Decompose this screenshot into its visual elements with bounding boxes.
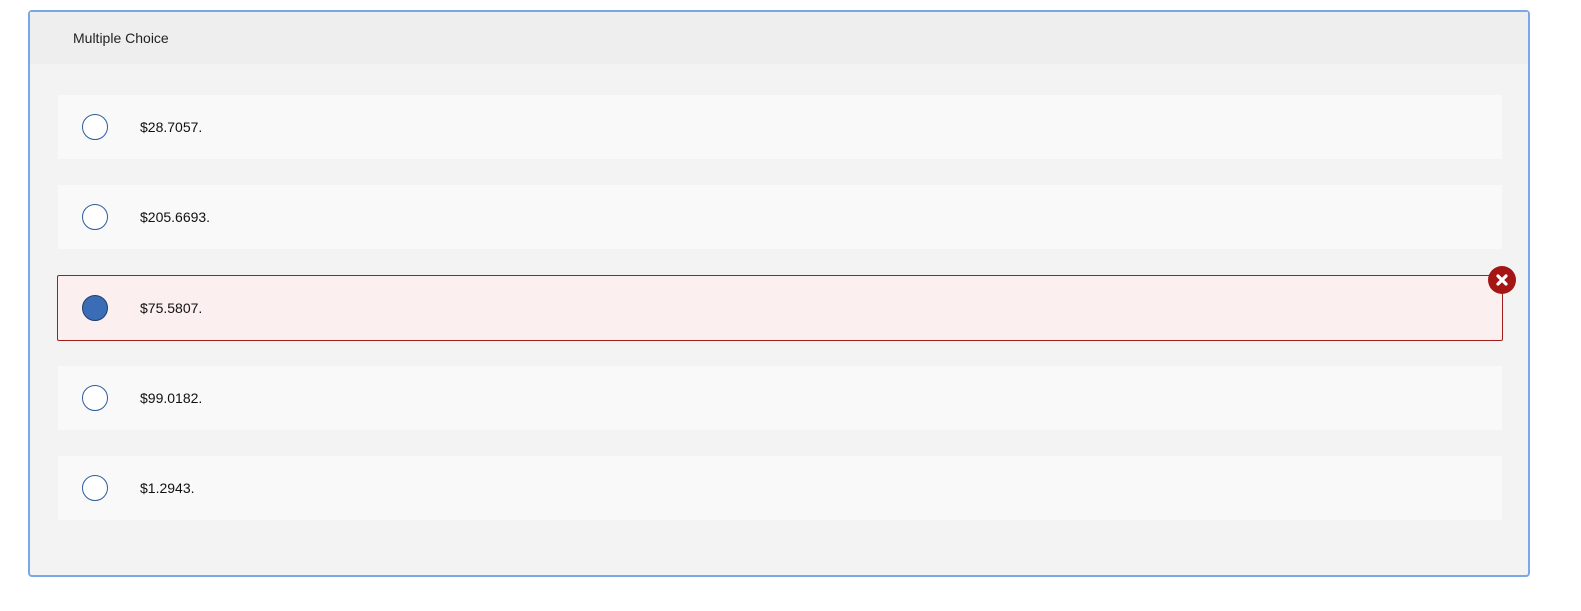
answer-option-3-incorrect[interactable]: $75.5807. (57, 266, 1516, 341)
answer-option-label: $205.6693. (140, 209, 211, 225)
radio-button[interactable] (82, 385, 108, 411)
question-panel: Multiple Choice $28.7057. $205.6693. $75… (28, 10, 1530, 577)
radio-button-selected[interactable] (82, 295, 108, 321)
radio-button[interactable] (82, 475, 108, 501)
radio-button[interactable] (82, 114, 108, 140)
answer-option-1[interactable]: $28.7057. (58, 95, 1502, 159)
answer-option-2[interactable]: $205.6693. (58, 185, 1502, 249)
question-type-label: Multiple Choice (73, 30, 169, 46)
answer-option-label: $75.5807. (140, 300, 203, 316)
answer-option-label: $1.2943. (140, 480, 195, 496)
close-circle-icon (1488, 266, 1516, 294)
answer-option-4[interactable]: $99.0182. (58, 366, 1502, 430)
answer-option-5[interactable]: $1.2943. (58, 456, 1502, 520)
answer-option-label: $28.7057. (140, 119, 203, 135)
question-type-header: Multiple Choice (30, 12, 1528, 64)
radio-button[interactable] (82, 204, 108, 230)
answer-option-label: $99.0182. (140, 390, 203, 406)
